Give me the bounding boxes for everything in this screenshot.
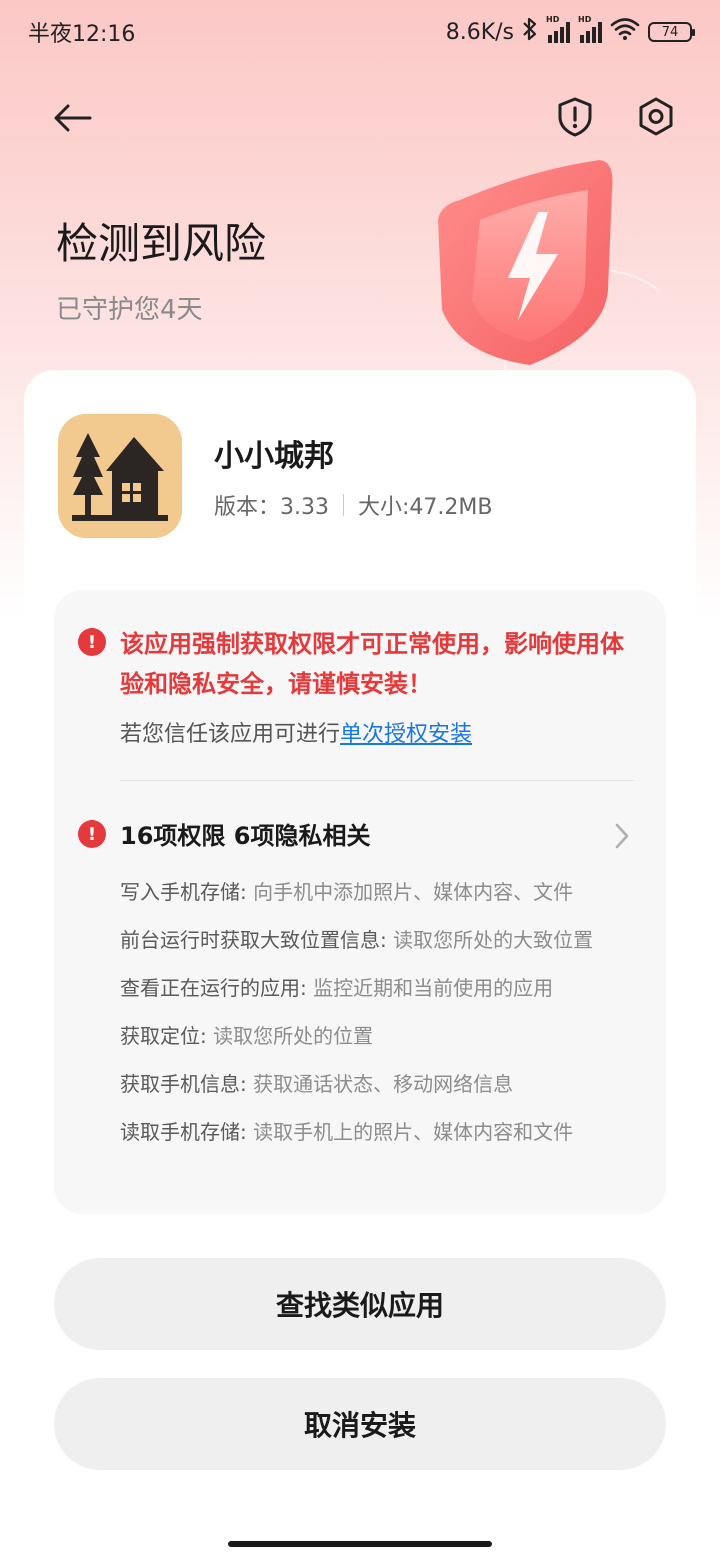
permission-desc: 读取您所处的位置 bbox=[213, 1024, 374, 1048]
permission-name: 写入手机存储: bbox=[120, 880, 254, 904]
find-similar-apps-button[interactable]: 查找类似应用 bbox=[54, 1258, 666, 1350]
trust-install-line: 若您信任该应用可进行单次授权安装 bbox=[120, 716, 472, 748]
security-report-button[interactable] bbox=[554, 94, 596, 140]
status-bar: 半夜12:16 8.6K/s HD HD 74 bbox=[0, 0, 720, 64]
permission-desc: 向手机中添加照片、媒体内容、文件 bbox=[253, 880, 574, 904]
permission-name: 前台运行时获取大致位置信息: bbox=[120, 928, 394, 952]
permission-item: 写入手机存储: 向手机中添加照片、媒体内容、文件 bbox=[120, 878, 630, 906]
single-authorization-install-link[interactable]: 单次授权安装 bbox=[340, 722, 472, 747]
house-tree-icon bbox=[72, 433, 168, 521]
network-speed: 8.6K/s bbox=[445, 19, 514, 45]
app-name: 小小城邦 bbox=[214, 439, 334, 474]
permission-name: 读取手机存储: bbox=[120, 1120, 254, 1144]
permission-list: 写入手机存储: 向手机中添加照片、媒体内容、文件 前台运行时获取大致位置信息: … bbox=[120, 878, 630, 1166]
signal-icon-sim1: HD bbox=[546, 15, 570, 43]
permission-item: 查看正在运行的应用: 监控近期和当前使用的应用 bbox=[120, 974, 630, 1002]
permissions-summary[interactable]: 16项权限 6项隐私相关 bbox=[120, 816, 370, 851]
permission-name: 获取手机信息: bbox=[120, 1072, 254, 1096]
app-info-row: 小小城邦 版本：3.33 大小:47.2MB bbox=[58, 414, 492, 538]
app-icon bbox=[58, 414, 182, 538]
alert-icon: ! bbox=[78, 628, 106, 656]
header-title-block: 检测到风险 已守护您4天 bbox=[56, 210, 266, 326]
alert-icon: ! bbox=[78, 820, 106, 848]
permission-item: 获取定位: 读取您所处的位置 bbox=[120, 1022, 630, 1050]
risk-warning-panel: ! 该应用强制获取权限才可正常使用，影响使用体验和隐私安全，请谨慎安装！ 若您信… bbox=[54, 590, 666, 1214]
permission-desc: 获取通话状态、移动网络信息 bbox=[253, 1072, 514, 1096]
status-icons: 8.6K/s HD HD 74 bbox=[445, 15, 695, 47]
back-button[interactable] bbox=[48, 96, 96, 140]
app-version: 版本：3.33 bbox=[214, 495, 329, 520]
signal-icon-sim2: HD bbox=[578, 15, 602, 43]
permission-desc: 读取您所处的大致位置 bbox=[393, 928, 594, 952]
meta-divider bbox=[343, 494, 344, 516]
bluetooth-icon bbox=[522, 17, 538, 47]
arrow-left-icon bbox=[54, 104, 92, 132]
permission-name: 查看正在运行的应用: bbox=[120, 976, 314, 1000]
gear-icon bbox=[639, 97, 673, 136]
home-indicator[interactable] bbox=[228, 1541, 492, 1547]
status-time: 半夜12:16 bbox=[28, 22, 136, 47]
settings-button[interactable] bbox=[634, 94, 678, 140]
risk-shield-illustration bbox=[438, 160, 660, 380]
cancel-install-button[interactable]: 取消安装 bbox=[54, 1378, 666, 1470]
wifi-icon bbox=[610, 17, 640, 47]
hd-label: HD bbox=[546, 15, 560, 24]
risk-warning-message: 该应用强制获取权限才可正常使用，影响使用体验和隐私安全，请谨慎安装！ bbox=[120, 630, 624, 698]
app-meta: 版本：3.33 大小:47.2MB bbox=[214, 489, 492, 521]
page-title: 检测到风险 bbox=[56, 219, 267, 268]
shield-alert-icon bbox=[558, 97, 592, 137]
permission-item: 获取手机信息: 获取通话状态、移动网络信息 bbox=[120, 1070, 630, 1098]
hd-label: HD bbox=[578, 15, 592, 24]
battery-icon: 74 bbox=[648, 22, 695, 42]
protection-days: 已守护您4天 bbox=[56, 295, 203, 325]
app-details: 小小城邦 版本：3.33 大小:47.2MB bbox=[214, 431, 492, 521]
trust-prefix: 若您信任该应用可进行 bbox=[120, 722, 341, 747]
chevron-right-icon[interactable] bbox=[614, 822, 630, 854]
divider bbox=[120, 780, 634, 781]
permission-desc: 读取手机上的照片、媒体内容和文件 bbox=[253, 1120, 574, 1144]
permission-desc: 监控近期和当前使用的应用 bbox=[313, 976, 554, 1000]
permission-item: 读取手机存储: 读取手机上的照片、媒体内容和文件 bbox=[120, 1118, 630, 1146]
app-size: 大小:47.2MB bbox=[358, 495, 493, 520]
permission-name: 获取定位: bbox=[120, 1024, 214, 1048]
permission-item: 前台运行时获取大致位置信息: 读取您所处的大致位置 bbox=[120, 926, 630, 954]
